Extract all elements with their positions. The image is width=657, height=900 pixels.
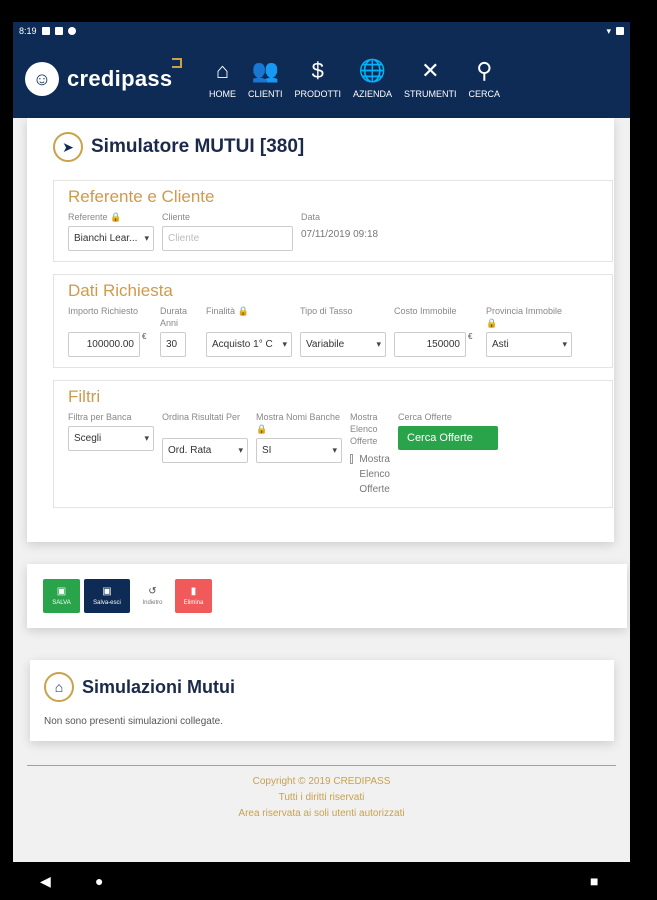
salva-button[interactable]: ▣ SALVA xyxy=(43,579,80,613)
home-icon: ⌂ xyxy=(44,672,74,702)
save-icon: ▣ xyxy=(56,586,67,597)
android-nav-bar: ◀ ● ■ xyxy=(0,862,657,900)
page-title: Simulatore MUTUI [380] xyxy=(91,136,305,157)
status-time: 8:19 xyxy=(19,26,37,36)
status-bar: 8:19 ▾ xyxy=(13,22,630,40)
undo-icon: ↺ xyxy=(148,586,157,597)
elimina-button[interactable]: ▮ Elimina xyxy=(175,579,212,613)
euro-suffix: € xyxy=(142,332,147,341)
importo-label: Importo Richiesto xyxy=(68,306,139,316)
data-value: 07/11/2019 09:18 xyxy=(301,229,379,240)
nav-item-strumenti[interactable]: ✕ Strumenti xyxy=(398,57,463,99)
action-toolbar: ▣ SALVA ▣ Salva-esci ↺ Indietro ▮ Elimin… xyxy=(27,564,627,628)
indietro-button[interactable]: ↺ Indietro xyxy=(134,579,171,613)
money-hand-icon: $ xyxy=(311,57,324,83)
costo-input[interactable]: 150000 xyxy=(394,332,466,357)
home-circle-icon[interactable]: ● xyxy=(95,873,103,889)
nav-item-label: Clienti xyxy=(248,88,283,99)
ordina-select[interactable]: Ord. Rata xyxy=(162,438,248,463)
empty-message: Non sono presenti simulazioni collegate. xyxy=(44,716,223,727)
notification-icon xyxy=(54,27,63,35)
nav-item-label: Home xyxy=(209,88,236,99)
elenco-label: Mostra Elenco Offerte xyxy=(350,412,378,446)
notification-icon xyxy=(41,27,50,35)
tasso-select[interactable]: Variabile xyxy=(300,332,386,357)
section-referente: Referente e Cliente Referente 🔒 Bianchi … xyxy=(53,180,613,262)
brand-logo[interactable]: ☺ credipass xyxy=(25,58,203,96)
home-icon: ⌂ xyxy=(215,57,230,83)
compass-icon: ➤ xyxy=(53,132,83,162)
section-title: Dati Richiesta xyxy=(68,281,173,300)
elenco-check-label: Mostra Elenco Offerte xyxy=(359,454,390,495)
search-icon: ⚲ xyxy=(476,57,493,83)
ordina-label: Ordina Risultati Per xyxy=(162,412,241,422)
cliente-label: Cliente xyxy=(162,212,191,222)
simulazioni-card: ⌂ Simulazioni Mutui Non sono presenti si… xyxy=(30,660,614,741)
rights-text: Tutti i diritti riservati xyxy=(278,792,365,803)
tasso-label: Tipo di Tasso xyxy=(300,306,353,316)
euro-suffix: € xyxy=(468,332,473,341)
logo-face-icon: ☺ xyxy=(25,62,59,96)
wifi-icon: ▾ xyxy=(606,25,611,36)
trash-icon: ▮ xyxy=(190,586,197,597)
restricted-text: Area riservata ai soli utenti autorizzat… xyxy=(238,808,405,819)
nav-item-cerca[interactable]: ⚲ Cerca xyxy=(463,57,507,99)
section-richiesta: Dati Richiesta Importo Richiesto 100000.… xyxy=(53,274,613,368)
nomi-select[interactable]: SI xyxy=(256,438,342,463)
costo-label: Costo Immobile xyxy=(394,306,457,316)
cerca-label: Cerca Offerte xyxy=(398,412,452,422)
recents-icon[interactable]: ■ xyxy=(590,873,598,889)
importo-input[interactable]: 100000.00 xyxy=(68,332,140,357)
cliente-input[interactable]: Cliente xyxy=(162,226,293,251)
cerca-offerte-button[interactable]: Cerca Offerte xyxy=(398,426,498,450)
tools-icon: ✕ xyxy=(421,57,440,83)
app-screen: 8:19 ▾ ☺ credipass ⌂ Home 👥 Clienti $ Prodott… xyxy=(13,22,630,862)
nav-item-prodotti[interactable]: $ Prodotti xyxy=(289,57,348,99)
data-label: Data xyxy=(301,212,321,222)
users-icon: 👥 xyxy=(251,57,279,83)
nav-item-label: Strumenti xyxy=(404,88,457,99)
durata-input[interactable]: 30 xyxy=(160,332,186,357)
salva-esci-button[interactable]: ▣ Salva-esci xyxy=(84,579,130,613)
nav-item-home[interactable]: ⌂ Home xyxy=(203,57,242,99)
finalita-select[interactable]: Acquisto 1° C xyxy=(206,332,292,357)
back-icon[interactable]: ◀ xyxy=(40,873,51,890)
main-menu: ⌂ Home 👥 Clienti $ Prodotti 🌐 Azienda ✕ Strumenti… xyxy=(203,57,507,99)
save-icon: ▣ xyxy=(102,586,112,597)
notification-icon xyxy=(67,27,76,35)
simulazioni-title: Simulazioni Mutui xyxy=(82,676,235,697)
section-filtri: Filtri Filtra per Banca Scegli Ordina Ri… xyxy=(53,380,613,508)
section-title: Referente e Cliente xyxy=(68,187,215,206)
globe-icon: 🌐 xyxy=(358,57,387,83)
copyright-text: Copyright © 2019 CREDIPASS xyxy=(252,776,391,787)
elenco-checkbox[interactable] xyxy=(350,454,354,464)
nav-item-clienti[interactable]: 👥 Clienti xyxy=(242,57,289,99)
provincia-label: Provincia Immobile 🔒 xyxy=(486,306,563,328)
footer: Copyright © 2019 CREDIPASS Tutti i dirit… xyxy=(27,765,616,822)
durata-label: Durata Anni xyxy=(160,306,188,328)
provincia-select[interactable]: Asti xyxy=(486,332,572,357)
referente-select[interactable]: Bianchi Lear... xyxy=(68,226,154,251)
banca-select[interactable]: Scegli xyxy=(68,426,154,451)
top-navbar: ☺ credipass ⌂ Home 👥 Clienti $ Prodotti 🌐 Azien… xyxy=(13,40,630,118)
nav-item-label: Azienda xyxy=(353,88,393,99)
nav-item-label: Prodotti xyxy=(294,88,342,99)
brand-name: credipass xyxy=(67,66,173,91)
nomi-label: Mostra Nomi Banche 🔒 xyxy=(256,412,341,434)
nav-item-azienda[interactable]: 🌐 Azienda xyxy=(347,57,398,99)
referente-label: Referente 🔒 xyxy=(68,212,122,222)
finalita-label: Finalità 🔒 xyxy=(206,306,249,316)
battery-icon xyxy=(616,27,624,35)
simulator-card: ➤ Simulatore MUTUI [380] Referente e Cli… xyxy=(27,118,614,542)
section-title: Filtri xyxy=(68,387,101,406)
banca-label: Filtra per Banca xyxy=(68,412,132,422)
nav-item-label: Cerca xyxy=(468,88,501,99)
